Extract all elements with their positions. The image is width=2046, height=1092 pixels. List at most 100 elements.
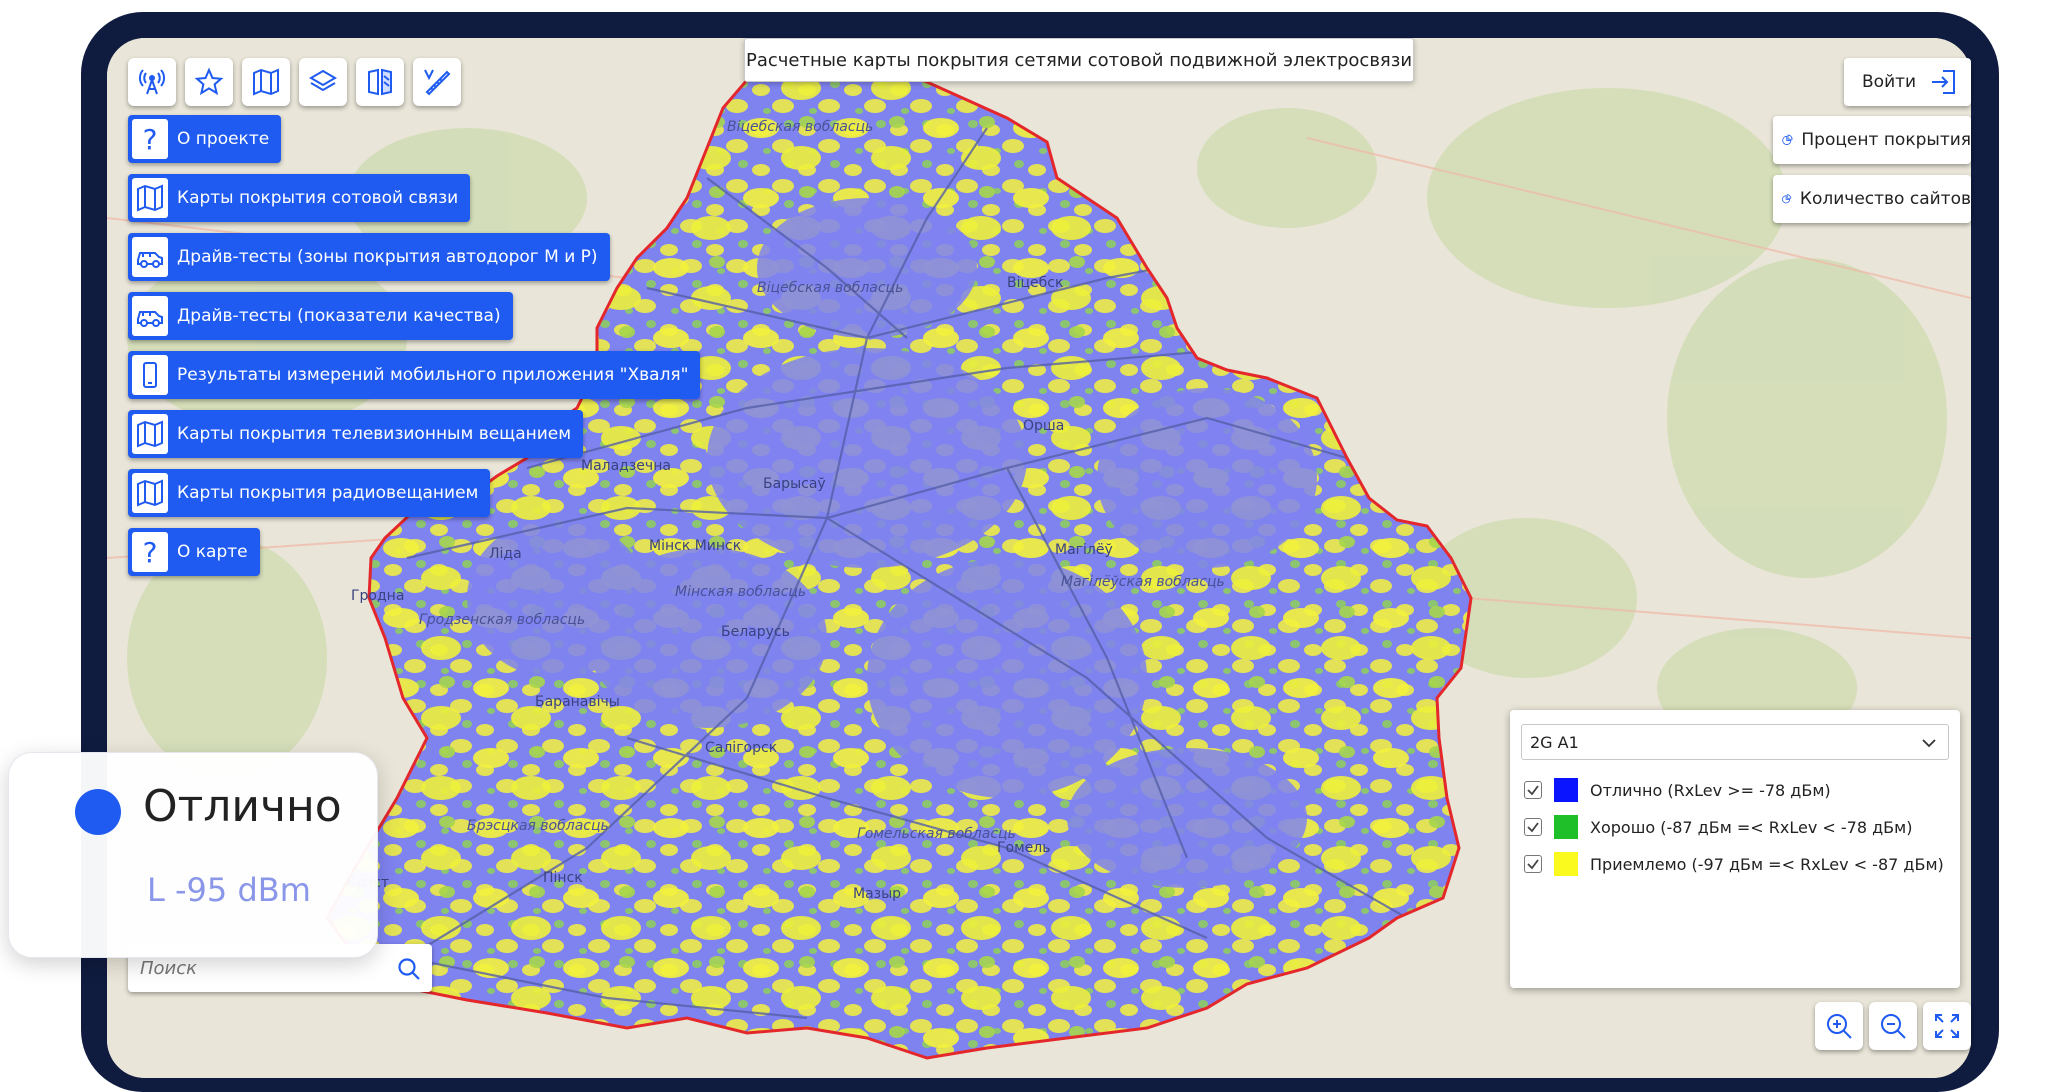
network-select-value: 2G A1	[1530, 732, 1579, 752]
pie-chart-icon	[1782, 134, 1793, 145]
login-icon	[1932, 70, 1956, 94]
legend-panel: 2G A1 Отлично (RxLev >= -78 дБм) Хорошо …	[1510, 710, 1960, 988]
fullscreen-button[interactable]	[1923, 1002, 1971, 1050]
label-minsk-region: Мінская вобласць	[675, 584, 806, 600]
map-icon	[253, 68, 279, 96]
login-label: Войти	[1862, 72, 1917, 92]
check-icon	[1527, 822, 1539, 833]
zoom-in-icon	[1827, 1014, 1852, 1039]
legend-label-acceptable: Приемлемо (-97 дБм =< RxLev < -87 дБм)	[1590, 854, 1944, 874]
label-minsk: Мінск Минск	[649, 538, 741, 554]
menu-item-label: Карты покрытия радиовещанием	[177, 483, 479, 503]
legend-item-excellent: Отлично (RxLev >= -78 дБм)	[1524, 776, 1831, 804]
menu-item-label: Карты покрытия сотовой связи	[177, 188, 459, 208]
label-vitebsk-region: Віцебская вобласць	[757, 280, 903, 296]
menu-item-drive-tests-roads[interactable]: Драйв-тесты (зоны покрытия автодорог М и…	[128, 233, 610, 281]
label-mazyr: Мазыр	[853, 886, 901, 902]
antenna-icon	[139, 69, 165, 95]
legend-label-excellent: Отлично (RxLev >= -78 дБм)	[1590, 780, 1831, 800]
star-icon	[194, 67, 224, 96]
menu-item-app-results[interactable]: Результаты измерений мобильного приложен…	[128, 351, 701, 399]
label-salihorsk: Салігорск	[705, 740, 777, 756]
menu-item-label: Драйв-тесты (показатели качества)	[177, 306, 501, 326]
label-mahilyou: Магілёў	[1055, 542, 1113, 558]
map-icon	[137, 479, 163, 507]
favorites-button[interactable]	[185, 58, 233, 106]
label-vitebsk-region-top: Віцебская вобласць	[727, 119, 873, 135]
svg-text:?: ?	[143, 124, 158, 154]
label-belarus: Беларусь	[721, 624, 790, 640]
signal-status-card: Отлично L -95 dBm	[8, 752, 378, 958]
zoom-out-icon	[1881, 1014, 1906, 1039]
search-placeholder: Поиск	[140, 957, 198, 979]
menu-item-drive-tests-quality[interactable]: Драйв-тесты (показатели качества)	[128, 292, 513, 340]
menu-item-tv-coverage[interactable]: Карты покрытия телевизионным вещанием	[128, 410, 584, 458]
status-dot	[75, 789, 121, 835]
sites-count-button[interactable]: Количество сайтов	[1773, 175, 1971, 223]
ruler-icon	[424, 69, 451, 96]
menu-item-radio-coverage[interactable]: Карты покрытия радиовещанием	[128, 469, 491, 517]
search-icon[interactable]	[396, 956, 422, 982]
coverage-percent-button[interactable]: Процент покрытия	[1773, 116, 1971, 164]
legend-swatch-yellow	[1554, 852, 1578, 876]
menu-item-label: О проекте	[177, 129, 270, 149]
legend-swatch-blue	[1554, 778, 1578, 802]
basemap-button[interactable]	[242, 58, 290, 106]
menu-item-label: Карты покрытия телевизионным вещанием	[177, 424, 572, 444]
label-lida: Ліда	[489, 546, 522, 562]
measure-button[interactable]	[413, 58, 461, 106]
svg-text:?: ?	[143, 537, 158, 567]
status-title: Отлично	[143, 781, 342, 832]
menu-item-cellular-coverage[interactable]: Карты покрытия сотовой связи	[128, 174, 471, 222]
label-barysau: Барысаў	[763, 476, 826, 492]
label-maladzechna: Маладзечна	[581, 458, 671, 474]
label-mahilyou-region: Магілёўская вобласць	[1061, 574, 1225, 590]
signal-level: L -95 dBm	[147, 871, 311, 909]
map-title: Расчетные карты покрытия сетями сотовой …	[744, 38, 1414, 82]
layers-button[interactable]	[299, 58, 347, 106]
label-orsha: Орша	[1023, 418, 1064, 434]
chevron-down-icon	[1922, 739, 1936, 748]
label-grodna-region: Гродзенская вобласць	[419, 612, 585, 628]
map-icon	[137, 420, 163, 448]
legend-item-good: Хорошо (-87 дБм =< RxLev < -78 дБм)	[1524, 813, 1912, 841]
map-icon	[137, 184, 163, 212]
menu-item-label: Драйв-тесты (зоны покрытия автодорог М и…	[177, 247, 598, 267]
zoom-out-button[interactable]	[1869, 1002, 1917, 1050]
fullscreen-icon	[1935, 1014, 1959, 1038]
menu-item-about-map[interactable]: ? О карте	[128, 528, 260, 576]
layers-icon	[309, 69, 337, 92]
legend-checkbox-excellent[interactable]	[1524, 781, 1542, 799]
menu-item-label: Результаты измерений мобильного приложен…	[177, 365, 689, 385]
label-homel: Гомель	[997, 840, 1050, 856]
question-icon: ?	[143, 537, 158, 567]
sites-count-label: Количество сайтов	[1799, 189, 1971, 209]
legend-checkbox-acceptable[interactable]	[1524, 855, 1542, 873]
label-brest-region: Брэсцкая вобласць	[467, 818, 609, 834]
label-grodna: Гродна	[351, 588, 404, 604]
antenna-button[interactable]	[128, 58, 176, 106]
map-toolbar	[128, 58, 461, 106]
legend-label-good: Хорошо (-87 дБм =< RxLev < -78 дБм)	[1590, 817, 1913, 837]
compare-button[interactable]	[356, 58, 404, 106]
check-icon	[1527, 785, 1539, 796]
legend-item-acceptable: Приемлемо (-97 дБм =< RxLev < -87 дБм)	[1524, 850, 1944, 878]
zoom-in-button[interactable]	[1815, 1002, 1863, 1050]
phone-icon	[143, 362, 157, 388]
compare-icon	[368, 68, 392, 96]
menu-item-about-project[interactable]: ? О проекте	[128, 115, 282, 163]
network-select[interactable]: 2G A1	[1521, 724, 1949, 760]
pie-chart-icon	[1782, 194, 1792, 204]
car-icon	[137, 311, 163, 327]
label-homel-region: Гомельская вобласць	[857, 826, 1016, 842]
login-button[interactable]: Войти	[1844, 58, 1971, 106]
label-vitebsk: Віцебск	[1007, 275, 1063, 291]
check-icon	[1527, 859, 1539, 870]
legend-checkbox-good[interactable]	[1524, 818, 1542, 836]
label-baranavichy: Баранавічы	[535, 694, 620, 710]
label-pinsk: Пінск	[543, 870, 583, 886]
legend-swatch-green	[1554, 815, 1578, 839]
coverage-percent-label: Процент покрытия	[1801, 130, 1971, 150]
question-icon: ?	[143, 124, 158, 154]
menu-item-label: О карте	[177, 542, 248, 562]
